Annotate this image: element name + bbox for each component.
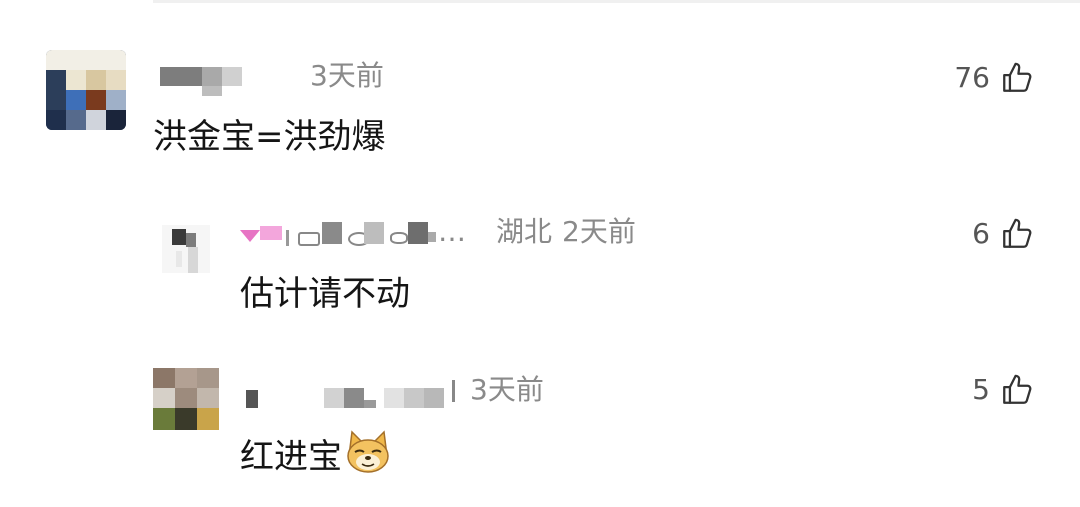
comment-time: 2天前 bbox=[562, 215, 636, 248]
avatar[interactable] bbox=[153, 368, 219, 430]
nickname-ellipsis: … bbox=[438, 215, 466, 248]
like-button[interactable]: 76 bbox=[954, 58, 1034, 98]
like-count: 6 bbox=[972, 217, 990, 250]
doge-emoji-icon bbox=[347, 430, 389, 473]
nickname-obscured[interactable]: … bbox=[240, 212, 496, 252]
comment-time: 3天前 bbox=[310, 59, 384, 92]
comment-meta: 3天前 bbox=[240, 370, 544, 410]
thumbs-up-icon[interactable] bbox=[1000, 217, 1034, 251]
nickname-obscured[interactable] bbox=[240, 370, 470, 410]
comment-text: 洪金宝=洪劲爆 bbox=[153, 117, 386, 157]
avatar[interactable] bbox=[46, 50, 126, 130]
like-button[interactable]: 6 bbox=[972, 214, 1034, 254]
reply-item: 3天前 红进宝 5 bbox=[0, 350, 1080, 507]
comment-text-body: 红进宝 bbox=[240, 437, 342, 477]
comment-time: 3天前 bbox=[470, 373, 544, 406]
avatar[interactable] bbox=[162, 225, 210, 273]
comment-location: 湖北 bbox=[496, 215, 553, 248]
comment-text: 估计请不动 bbox=[240, 274, 410, 314]
comment-text: 红进宝 bbox=[240, 430, 392, 479]
like-count: 5 bbox=[972, 373, 990, 406]
thumbs-up-icon[interactable] bbox=[1000, 373, 1034, 407]
like-count: 76 bbox=[954, 61, 990, 94]
thumbs-up-icon[interactable] bbox=[1000, 61, 1034, 95]
comment-meta: 3天前 bbox=[160, 56, 384, 96]
comment-item: 3天前 洪金宝=洪劲爆 76 bbox=[0, 0, 1080, 200]
reply-item: … 湖北 2天前 估计请不动 6 bbox=[0, 200, 1080, 350]
nickname-obscured[interactable] bbox=[160, 56, 310, 96]
comment-meta: … 湖北 2天前 bbox=[240, 212, 636, 252]
like-button[interactable]: 5 bbox=[972, 370, 1034, 410]
